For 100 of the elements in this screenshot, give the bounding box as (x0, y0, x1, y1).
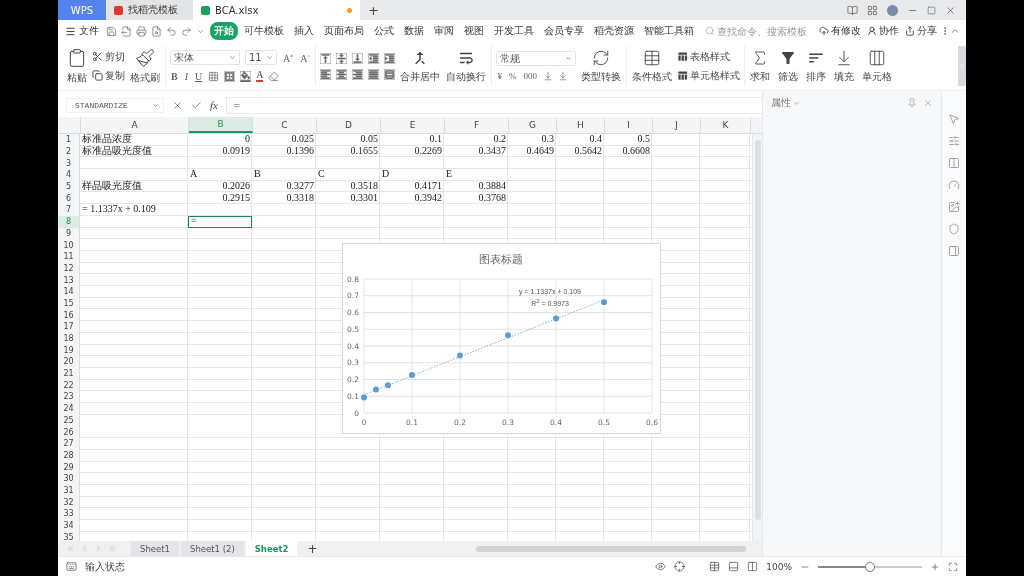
normal-view-icon[interactable] (709, 561, 721, 572)
document-tab[interactable]: BCA.xlsx (193, 0, 360, 20)
indent-increase-icon[interactable] (384, 52, 396, 64)
shield-icon[interactable] (948, 223, 960, 235)
avatar[interactable] (887, 4, 898, 16)
panel-icon[interactable] (948, 245, 960, 257)
font-size-button[interactable]: A⁻ (299, 50, 312, 65)
justify-icon[interactable] (368, 68, 380, 80)
sheet-tab[interactable]: Sheet1 (131, 541, 179, 556)
vertical-scrollbar[interactable] (752, 134, 762, 541)
number-format-button[interactable]: 000 (522, 71, 538, 81)
ribbon-tab[interactable]: 插入 (290, 22, 318, 40)
input-mode-icon[interactable] (66, 561, 77, 572)
close-icon[interactable] (923, 98, 933, 108)
merge-button[interactable]: 合并居中 (399, 48, 442, 84)
pointer-icon[interactable] (948, 113, 960, 125)
copy-button[interactable]: 复制 (92, 68, 125, 83)
align-left-icon[interactable] (320, 68, 332, 80)
text-style-button[interactable]: I (183, 70, 189, 82)
filter-button[interactable]: 筛选 (777, 48, 800, 84)
columns-icon[interactable] (948, 157, 960, 169)
undo-icon[interactable] (166, 25, 177, 37)
align-bottom-icon[interactable] (352, 52, 364, 64)
row-header[interactable]: 4 (58, 169, 80, 181)
fullscreen-icon[interactable] (948, 561, 958, 572)
ribbon-tab[interactable]: 开发工具 (490, 22, 538, 40)
file-menu[interactable]: 文件 (62, 24, 102, 38)
sheet-tab[interactable]: Sheet1 (2) (181, 541, 244, 556)
border-icon[interactable] (208, 70, 220, 82)
align-top-icon[interactable] (320, 52, 332, 64)
font-size-button[interactable]: A⁺ (282, 50, 295, 65)
align-center-icon[interactable] (336, 68, 348, 80)
distribute-icon[interactable] (384, 68, 396, 80)
column-header[interactable]: C (253, 117, 317, 133)
home-tab[interactable]: WPS (58, 0, 106, 20)
row-header[interactable]: 23 (58, 391, 80, 403)
active-cell[interactable]: = (188, 215, 252, 228)
crosshair-icon[interactable] (674, 561, 686, 572)
number-format-button[interactable]: % (507, 71, 518, 81)
row-header[interactable]: 29 (58, 461, 80, 473)
ribbon-tab[interactable]: 视图 (460, 22, 488, 40)
properties-menu[interactable]: 属性 (771, 96, 800, 110)
toolbar-button[interactable]: 有修改 (816, 24, 864, 38)
column-header[interactable]: E (381, 117, 445, 133)
collapse-icon[interactable] (950, 26, 960, 36)
format-painter-button[interactable]: 格式刷 (129, 47, 161, 85)
gauge-icon[interactable] (948, 179, 960, 191)
preview-icon[interactable] (151, 25, 162, 37)
row-header[interactable]: 19 (58, 344, 80, 357)
row-header[interactable]: 10 (58, 239, 80, 251)
column-header[interactable]: F (445, 117, 509, 133)
slider-thumb[interactable] (865, 561, 875, 572)
table-style-button[interactable]: 表格样式 (677, 49, 741, 64)
add-sheet-button[interactable]: + (299, 541, 326, 556)
column-header[interactable]: D (317, 117, 381, 133)
grid-icon[interactable] (867, 4, 878, 16)
insert-function-button[interactable]: fx (210, 99, 218, 111)
document-tab[interactable]: 找稻壳模板 (106, 0, 193, 20)
border-style-icon[interactable] (224, 70, 236, 82)
font-color-button[interactable]: A (256, 70, 264, 82)
row-header[interactable]: 3 (58, 157, 80, 170)
image-icon[interactable] (948, 201, 960, 213)
column-header[interactable]: I (605, 117, 653, 133)
fill-button[interactable]: 填充 (833, 48, 856, 84)
align-right-icon[interactable] (352, 68, 364, 80)
redo-icon[interactable] (181, 25, 192, 37)
number-format-select[interactable]: 常规 (496, 51, 577, 66)
ribbon-tab[interactable]: 公式 (370, 22, 398, 40)
sort-button[interactable]: 排序 (805, 48, 828, 84)
toolbar-button[interactable]: 分享 (902, 24, 940, 38)
wrap-text-button[interactable]: 自动换行 (445, 48, 488, 84)
text-style-button[interactable]: B (170, 70, 179, 82)
font-select[interactable]: 宋体 (170, 50, 240, 65)
horizontal-scrollbar[interactable] (476, 544, 746, 553)
row-header[interactable]: 22 (58, 379, 80, 392)
column-header[interactable]: J (653, 117, 701, 133)
reading-icon[interactable] (847, 4, 858, 16)
page-layout-icon[interactable] (728, 561, 740, 572)
decimal-decrease-icon[interactable] (557, 71, 568, 81)
sliders-icon[interactable] (948, 135, 960, 147)
cut-button[interactable]: 剪切 (92, 49, 125, 64)
decimal-increase-icon[interactable] (542, 71, 553, 81)
row-header[interactable]: 1 (58, 134, 80, 146)
ribbon-tab[interactable]: 数据 (400, 22, 428, 40)
row-header[interactable]: 33 (58, 508, 80, 520)
row-header[interactable]: 20 (58, 356, 80, 368)
text-style-button[interactable]: U (194, 70, 204, 82)
name-box[interactable]: STANDARDIZE (66, 97, 164, 113)
eraser-icon[interactable] (268, 70, 280, 82)
export-icon[interactable] (121, 25, 132, 37)
ribbon-tab[interactable]: 审阅 (430, 22, 458, 40)
column-header[interactable]: K (701, 117, 751, 133)
formula-input[interactable]: = (225, 96, 762, 114)
sum-button[interactable]: 求和 (749, 48, 772, 84)
save-icon[interactable] (106, 25, 117, 37)
paste-button[interactable]: 粘贴 (66, 47, 88, 85)
row-header[interactable]: 16 (58, 309, 80, 321)
ribbon-tab[interactable]: 稻壳资源 (590, 22, 638, 40)
search-field[interactable]: 查找命令、搜索模板 (717, 25, 811, 37)
cancel-icon[interactable] (172, 99, 183, 111)
